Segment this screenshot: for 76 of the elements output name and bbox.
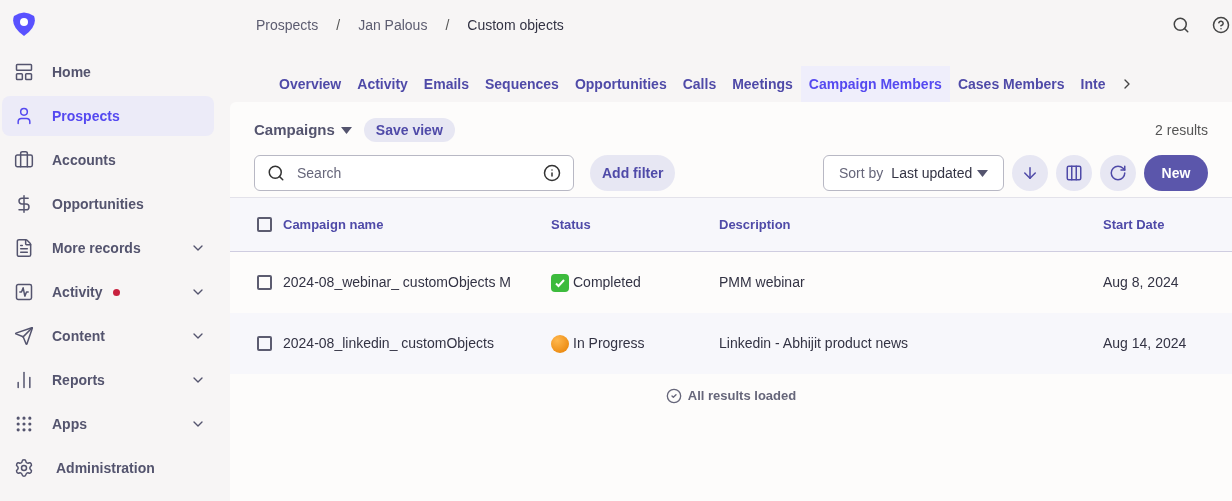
new-button[interactable]: New: [1144, 155, 1208, 191]
table-cell-text: Aug 14, 2024: [1103, 334, 1187, 353]
checkbox[interactable]: [257, 275, 272, 290]
search-field[interactable]: Search: [254, 155, 574, 191]
column-header[interactable]: Status: [551, 214, 719, 235]
tab[interactable]: Opportunities: [566, 66, 675, 102]
search-input[interactable]: Search: [297, 162, 543, 184]
grid-icon: [14, 414, 34, 434]
status-label: In Progress: [573, 334, 645, 353]
add-filter-button[interactable]: Add filter: [590, 155, 676, 191]
columns-icon: [1065, 164, 1083, 182]
results-count: 2 results: [1155, 120, 1208, 140]
sidebar-item[interactable]: Content: [2, 316, 214, 356]
sort-direction-button[interactable]: [1012, 155, 1048, 191]
tab[interactable]: Emails: [415, 66, 477, 102]
user-icon: [14, 106, 34, 126]
breadcrumb-separator: /: [445, 15, 450, 35]
table-row[interactable]: 2024-08_linkedin_ customObjects In Progress Linkedin - Abhijit product news Aug 14, 2024: [230, 313, 1232, 374]
completed-icon: [551, 273, 569, 292]
info-icon[interactable]: [543, 164, 561, 182]
breadcrumb[interactable]: Jan Palous: [358, 14, 428, 36]
caret-down-icon: [340, 126, 352, 134]
document-icon: [14, 238, 34, 258]
home-icon: [14, 62, 34, 82]
sidebar-item[interactable]: Home: [2, 52, 214, 92]
tab[interactable]: Meetings: [724, 66, 801, 102]
footer-text: All results loaded: [687, 387, 797, 405]
tab[interactable]: Cases Members: [949, 66, 1073, 102]
check-circle-icon: [665, 387, 682, 404]
in-progress-icon: [551, 334, 569, 353]
table-cell-text: Aug 8, 2024: [1103, 273, 1179, 292]
tab[interactable]: Inte: [1072, 66, 1114, 102]
settings-icon: [14, 458, 34, 478]
search-icon[interactable]: [1172, 16, 1190, 34]
tab[interactable]: Sequences: [477, 66, 567, 102]
logo-icon[interactable]: [10, 10, 38, 38]
sidebar-item[interactable]: Prospects: [2, 96, 214, 136]
sidebar-item[interactable]: More records: [2, 228, 214, 268]
sidebar-item[interactable]: Administration: [2, 448, 214, 488]
table-cell-text: PMM webinar: [719, 273, 806, 292]
sidebar-item[interactable]: Accounts: [2, 140, 214, 180]
refresh-button[interactable]: [1100, 155, 1136, 191]
tab[interactable]: Activity: [349, 66, 416, 102]
activity-icon: [14, 282, 34, 302]
breadcrumb[interactable]: Prospects: [256, 14, 319, 36]
sidebar-item[interactable]: Opportunities: [2, 184, 214, 224]
column-header[interactable]: Campaign name: [283, 214, 551, 235]
columns-button[interactable]: [1056, 155, 1092, 191]
arrow-down-icon: [1021, 164, 1039, 182]
tab[interactable]: Campaign Members: [800, 66, 950, 102]
checkbox[interactable]: [257, 336, 272, 351]
table-row[interactable]: 2024-08_webinar_ customObjects M Completed PMM webinar Aug 8, 2024: [230, 252, 1232, 313]
briefcase-icon: [14, 150, 34, 170]
status-label: Completed: [573, 273, 641, 292]
tab[interactable]: Calls: [674, 66, 725, 102]
tab[interactable]: Overview: [271, 66, 350, 102]
sidebar-item[interactable]: Activity: [2, 272, 214, 312]
column-header[interactable]: Start Date: [1103, 214, 1165, 235]
view-dropdown[interactable]: Campaigns: [254, 118, 352, 142]
caret-down-icon: [977, 169, 988, 177]
search-icon: [267, 164, 285, 182]
column-header[interactable]: Description: [719, 214, 1103, 235]
table-cell-text: Linkedin - Abhijit product news: [719, 334, 910, 353]
refresh-icon: [1109, 164, 1127, 182]
breadcrumb-separator: /: [336, 15, 341, 35]
sort-dropdown[interactable]: Sort by Last updated: [823, 155, 1004, 191]
breadcrumb: Custom objects: [467, 15, 564, 35]
bar-chart-icon: [14, 370, 34, 390]
sidebar-item[interactable]: Reports: [2, 360, 214, 400]
sidebar-item[interactable]: Apps: [2, 404, 214, 444]
checkbox[interactable]: [257, 217, 272, 232]
paper-plane-icon: [14, 326, 34, 346]
table-cell-text: 2024-08_webinar_ customObjects M: [283, 273, 512, 292]
table-cell-text: 2024-08_linkedin_ customObjects: [283, 334, 495, 353]
save-view-button[interactable]: Save view: [363, 118, 455, 142]
help-icon[interactable]: [1212, 16, 1230, 34]
